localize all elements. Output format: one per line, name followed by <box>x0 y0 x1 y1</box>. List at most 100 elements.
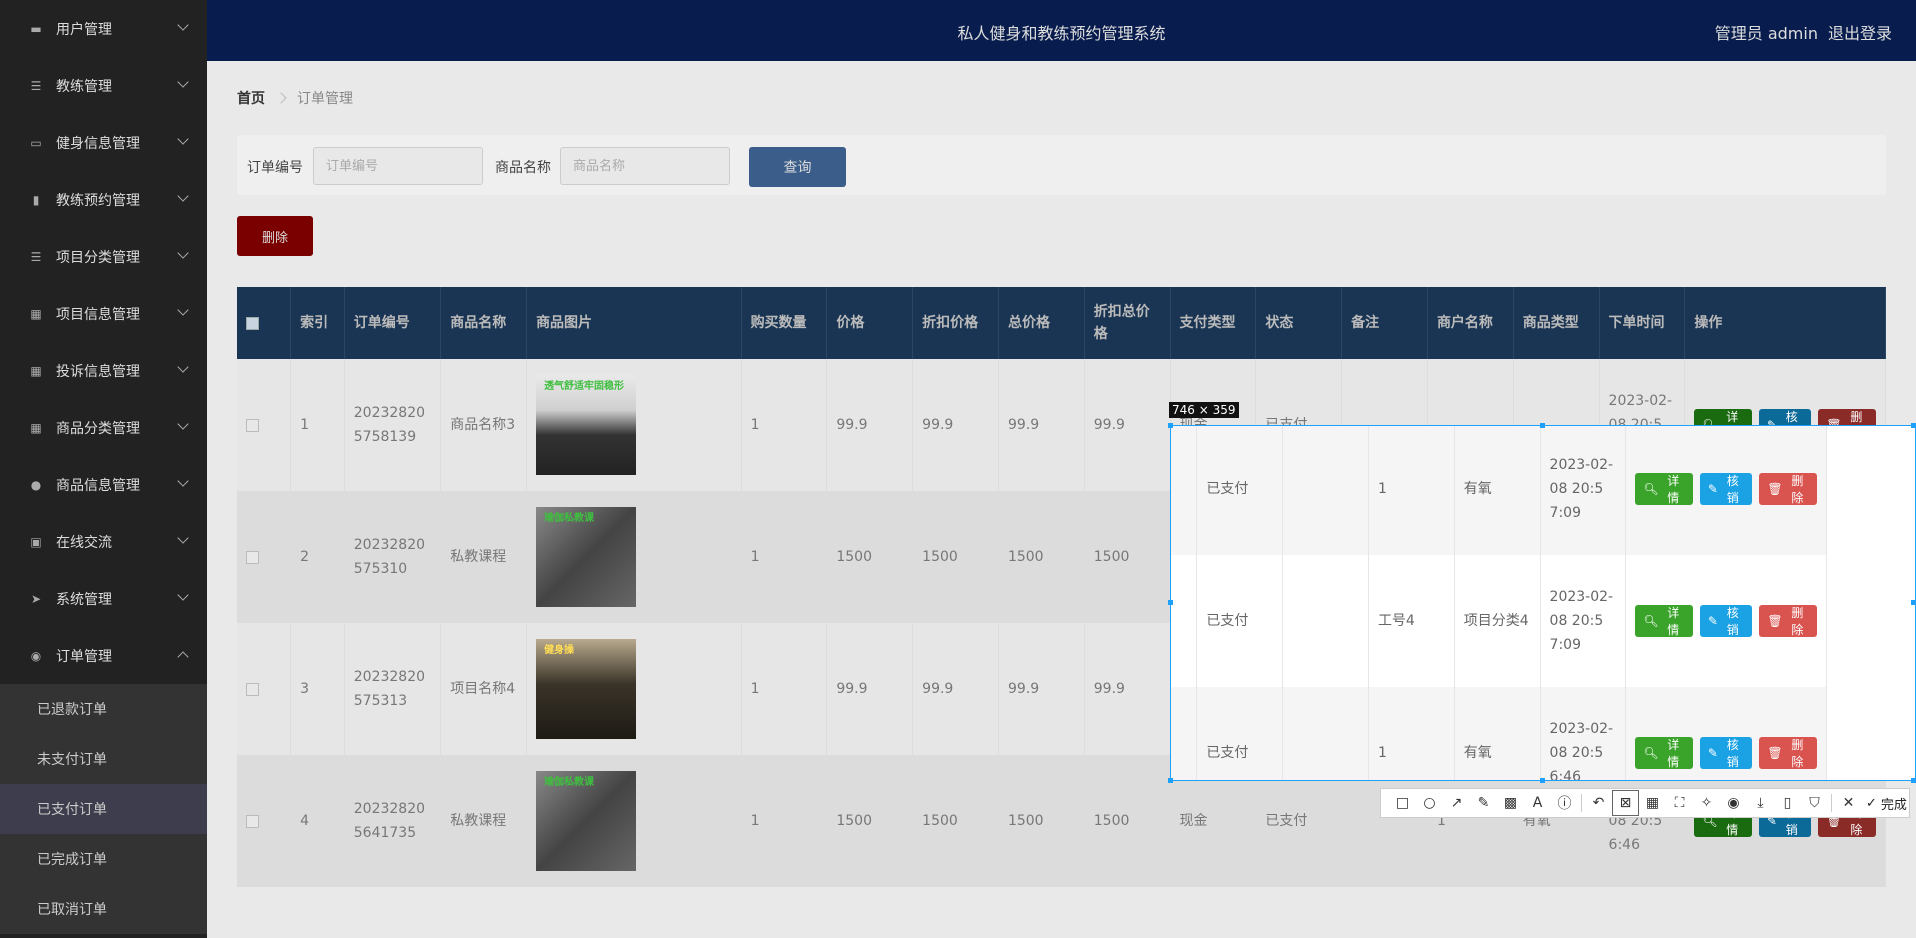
undo-icon[interactable]: ↶ <box>1585 790 1612 816</box>
capture-handle[interactable] <box>1168 423 1173 428</box>
mosaic-icon[interactable]: ▩ <box>1497 790 1524 816</box>
table-row: 3 20232820575313 项目名称4 健身操 1 99.9 99.9 9… <box>1171 555 1827 687</box>
logout-link[interactable]: 退出登录 <box>1828 24 1892 43</box>
sidebar-item[interactable]: ▦ 投诉信息管理 <box>0 342 207 399</box>
qr-icon[interactable]: ▦ <box>1639 790 1666 816</box>
order-no-input[interactable] <box>313 147 483 185</box>
sidebar: ▬ 用户管理 ☰ 教练管理 ▭ 健身信息管理 ▮ 教练预约管理 ☰ 项目分类管理 ▦ 项目信息管理 ▦ 投… <box>0 0 207 938</box>
sidebar-item[interactable]: ▭ 健身信息管理 <box>0 114 207 171</box>
capture-handle[interactable] <box>1168 778 1173 783</box>
order-time-cell: 2023-02-08 20:57:09 <box>1540 555 1627 687</box>
row-checkbox[interactable] <box>246 550 259 564</box>
detail-button-label: 详情 <box>1667 606 1680 637</box>
table-header-cell: 商品名称 <box>440 287 528 359</box>
capture-done-label: 完成 <box>1880 797 1907 813</box>
briefcase-icon: ▣ <box>30 534 42 549</box>
batch-delete-button[interactable]: 删除 <box>237 216 313 256</box>
capture-size-label: 746 × 359 <box>1169 402 1239 418</box>
chevron-icon <box>177 651 189 663</box>
row-checkbox[interactable] <box>246 682 259 696</box>
table-header-cell: 状态 <box>1255 287 1343 359</box>
capture-handle[interactable] <box>1540 778 1545 783</box>
verify-button[interactable]: ✎ 核销 <box>1699 605 1753 637</box>
breadcrumb-home[interactable]: 首页 <box>237 88 265 108</box>
product-image-cell: 瑜伽私教课 <box>526 491 742 623</box>
row-checkbox[interactable] <box>246 418 259 432</box>
chevron-icon <box>177 418 189 430</box>
row-checkbox[interactable] <box>246 814 259 828</box>
header-select-all[interactable] <box>237 287 292 359</box>
total-price-cell: 1500 <box>998 491 1085 623</box>
quantity-cell: 1 <box>741 491 828 623</box>
delete-button[interactable]: 🗑︎ 删除 <box>1759 737 1818 769</box>
close-icon[interactable]: ✕ <box>1835 790 1862 816</box>
submenu-item[interactable]: 已支付订单 <box>0 784 207 834</box>
table-header-cell: 价格 <box>826 287 914 359</box>
sidebar-item[interactable]: ▬ 用户管理 <box>0 0 207 57</box>
sidebar-item[interactable]: ☰ 项目分类管理 <box>0 228 207 285</box>
verify-button[interactable]: ✎ 核销 <box>1699 473 1753 505</box>
delete-button-label: 删除 <box>1791 474 1804 505</box>
rect-icon[interactable]: □ <box>1389 790 1416 816</box>
sidebar-item[interactable]: ◉ 订单管理 <box>0 627 207 684</box>
sidebar-item-label: 系统管理 <box>56 591 112 608</box>
arrow-icon[interactable]: ↗ <box>1443 790 1470 816</box>
bookmark-icon[interactable]: ⛉ <box>1801 790 1828 816</box>
verify-button[interactable]: ✎ 核销 <box>1699 737 1753 769</box>
number-icon[interactable]: ⓘ <box>1551 790 1578 816</box>
sidebar-item[interactable]: ● 商品信息管理 <box>0 456 207 513</box>
submenu-item[interactable]: 已完成订单 <box>0 834 207 884</box>
product-name-input[interactable] <box>560 147 730 185</box>
submenu-item[interactable]: 未支付订单 <box>0 734 207 784</box>
delete-button[interactable]: 🗑︎ 删除 <box>1759 473 1818 505</box>
submenu-item[interactable]: 已取消订单 <box>0 884 207 934</box>
sidebar-item[interactable]: ☰ 教练管理 <box>0 57 207 114</box>
search-icon: 🔍︎ <box>1643 614 1659 628</box>
monitor-icon: ▭ <box>30 135 42 150</box>
capture-done-button[interactable]: ✓ 完成 <box>1866 794 1907 813</box>
sidebar-item[interactable]: ▦ 商品分类管理 <box>0 399 207 456</box>
select-all-checkbox[interactable] <box>246 316 259 330</box>
order-no-cell: 20232820575310 <box>344 491 442 623</box>
capture-handle[interactable] <box>1911 600 1916 605</box>
phone-icon[interactable]: ▯ <box>1774 790 1801 816</box>
capture-toolbar: □ ○ ↗ ✎ ▩ Aⓘ ↶ ⊠ ▦ ⛶ ✧ ◉ ⤓ ▯ ⛉ ✕ ✓ 完成 <box>1380 788 1910 818</box>
order-time-cell: 2023-02-08 20:57:09 <box>1540 426 1627 555</box>
sidebar-item-label: 用户管理 <box>56 21 112 38</box>
capture-region[interactable]: 索引订单编号商品名称商品图片购买数量价格折扣价格总价格折扣总价格支付类型状态备注… <box>1170 425 1916 781</box>
ocr-icon[interactable]: ⛶ <box>1666 790 1693 816</box>
product-name-cell: 项目名称4 <box>440 623 528 755</box>
table-header-cell: 订单编号 <box>344 287 442 359</box>
table-header-cell: 下单时间 <box>1599 287 1686 359</box>
sidebar-item[interactable]: ▦ 项目信息管理 <box>0 285 207 342</box>
verify-button-label: 核销 <box>1726 738 1739 769</box>
capture-handle[interactable] <box>1911 778 1916 783</box>
sidebar-item[interactable]: ▮ 教练预约管理 <box>0 171 207 228</box>
submenu-item[interactable]: 已退款订单 <box>0 684 207 734</box>
detail-button[interactable]: 🔍︎ 详情 <box>1635 473 1693 505</box>
pen-icon[interactable]: ✎ <box>1470 790 1497 816</box>
table-header-row: 索引 订单编号 商品名称 商品图片 购买数量 价格 折扣价格 总价格 折扣总价格 支付类型 状态 备注… <box>237 287 1886 359</box>
sidebar-item[interactable]: ➤ 系统管理 <box>0 570 207 627</box>
sidebar-item[interactable]: ▣ 在线交流 <box>0 513 207 570</box>
text-icon[interactable]: A <box>1524 790 1551 816</box>
delete-button[interactable]: 🗑︎ 删除 <box>1759 605 1818 637</box>
delete-button-label: 删除 <box>1791 738 1804 769</box>
chevron-icon <box>177 361 189 373</box>
capture-handle[interactable] <box>1540 423 1545 428</box>
capture-handle[interactable] <box>1168 600 1173 605</box>
product-type-cell: 项目分类4 <box>1454 555 1541 687</box>
query-button[interactable]: 查询 <box>749 147 846 187</box>
circle-icon[interactable]: ○ <box>1416 790 1443 816</box>
pin-icon[interactable]: ✧ <box>1693 790 1720 816</box>
detail-button[interactable]: 🔍︎ 详情 <box>1635 605 1693 637</box>
capture-handle[interactable] <box>1911 423 1916 428</box>
sidebar-item-label: 健身信息管理 <box>56 135 140 152</box>
system-title: 私人健身和教练预约管理系统 <box>957 24 1166 43</box>
detail-button[interactable]: 🔍︎ 详情 <box>1635 737 1693 769</box>
crop-icon[interactable]: ⊠ <box>1612 790 1639 816</box>
chevron-icon <box>177 19 189 31</box>
download-icon[interactable]: ⤓ <box>1747 790 1774 816</box>
product-image-text: 健身操 <box>544 645 575 656</box>
record-icon[interactable]: ◉ <box>1720 790 1747 816</box>
